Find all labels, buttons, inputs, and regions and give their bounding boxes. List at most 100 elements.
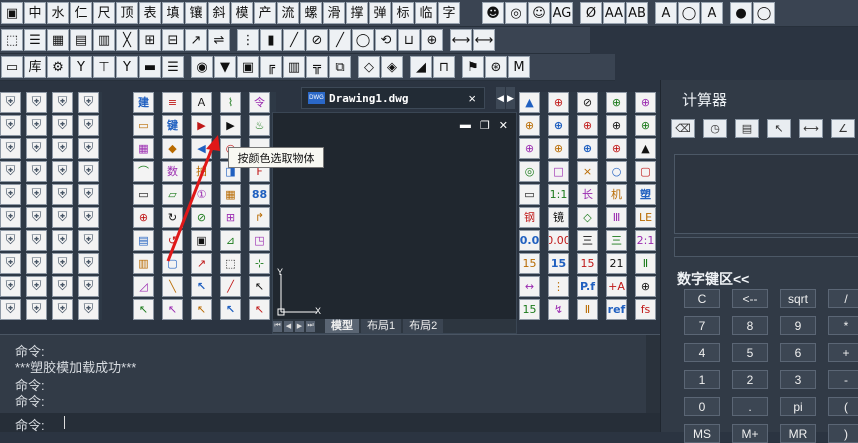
toolbar-button[interactable]: 水 xyxy=(47,2,69,24)
palette-tool-icon[interactable]: ↖ xyxy=(191,299,212,320)
shield-tool-icon[interactable]: ⛨ xyxy=(0,299,21,320)
toolbar-button[interactable]: 滑 xyxy=(323,2,345,24)
toolbar-button[interactable]: 流 xyxy=(277,2,299,24)
calc-key[interactable]: 9 xyxy=(780,316,816,335)
palette-tool-icon[interactable]: ◿ xyxy=(133,276,154,297)
shield-tool-icon[interactable]: ⛨ xyxy=(26,184,47,205)
shield-tool-icon[interactable]: ⛨ xyxy=(78,92,99,113)
shield-tool-icon[interactable]: ⛨ xyxy=(26,207,47,228)
palette-tool-icon[interactable]: 15 xyxy=(519,253,540,274)
palette-tool-icon[interactable]: ↖ xyxy=(220,299,241,320)
palette-tool-icon[interactable]: ▭ xyxy=(519,184,540,205)
toolbar-button[interactable]: ⟲ xyxy=(375,29,397,51)
palette-tool-icon[interactable]: Ⅱ xyxy=(635,253,656,274)
toolbar-button[interactable]: ◈ xyxy=(381,56,403,78)
palette-tool-icon[interactable]: ╱ xyxy=(220,276,241,297)
toolbar-button[interactable]: ⚑ xyxy=(462,56,484,78)
palette-tool-icon[interactable]: 0.00 xyxy=(548,230,569,251)
toolbar-button[interactable]: 表 xyxy=(139,2,161,24)
toolbar-button[interactable]: Ø xyxy=(580,2,602,24)
palette-tool-icon[interactable]: 令 xyxy=(249,92,270,113)
palette-tool-icon[interactable]: 建 xyxy=(133,92,154,113)
toolbar-button[interactable]: A xyxy=(701,2,723,24)
calc-key[interactable]: ) xyxy=(828,424,858,443)
palette-tool-icon[interactable]: ▢ xyxy=(635,161,656,182)
toolbar-button[interactable]: 仁 xyxy=(70,2,92,24)
shield-tool-icon[interactable]: ⛨ xyxy=(26,92,47,113)
tab-layout1[interactable]: 布局1 xyxy=(361,319,402,333)
shield-tool-icon[interactable]: ⛨ xyxy=(52,230,73,251)
calc-key[interactable]: sqrt xyxy=(780,289,816,308)
palette-tool-icon[interactable]: ⊘ xyxy=(577,92,598,113)
toolbar-button[interactable]: A xyxy=(655,2,677,24)
shield-tool-icon[interactable]: ⛨ xyxy=(78,184,99,205)
prev-tab-icon[interactable]: ◀ xyxy=(284,320,293,332)
shield-tool-icon[interactable]: ⛨ xyxy=(78,253,99,274)
toolbar-button[interactable]: ▣ xyxy=(1,2,23,24)
palette-tool-icon[interactable]: 88 xyxy=(249,184,270,205)
shield-tool-icon[interactable]: ⛨ xyxy=(78,138,99,159)
toolbar-button[interactable]: ⊓ xyxy=(433,56,455,78)
palette-tool-icon[interactable]: ⊕ xyxy=(606,115,627,136)
palette-tool-icon[interactable]: ⋮ xyxy=(548,276,569,297)
toolbar-button[interactable]: ╦ xyxy=(306,56,328,78)
palette-tool-icon[interactable]: ⊕ xyxy=(635,92,656,113)
toolbar-button[interactable]: ☰ xyxy=(24,29,46,51)
toolbar-button[interactable]: ◯ xyxy=(678,2,700,24)
palette-tool-icon[interactable]: 镜 xyxy=(548,207,569,228)
restore-icon[interactable]: ❐ xyxy=(480,119,490,132)
toolbar-button[interactable]: 撑 xyxy=(346,2,368,24)
toolbar-button[interactable]: ◢ xyxy=(410,56,432,78)
shield-tool-icon[interactable]: ⛨ xyxy=(78,276,99,297)
palette-tool-icon[interactable]: ⊕ xyxy=(548,92,569,113)
toolbar-button[interactable]: ● xyxy=(730,2,752,24)
shield-tool-icon[interactable]: ⛨ xyxy=(78,299,99,320)
shield-tool-icon[interactable]: ⛨ xyxy=(26,230,47,251)
toolbar-button[interactable]: M xyxy=(508,56,530,78)
calculator-input-field[interactable] xyxy=(674,237,858,257)
palette-tool-icon[interactable]: × xyxy=(577,161,598,182)
palette-tool-icon[interactable]: ◳ xyxy=(249,230,270,251)
shield-tool-icon[interactable]: ⛨ xyxy=(0,207,21,228)
toolbar-button[interactable]: ☰ xyxy=(162,56,184,78)
history-icon[interactable]: ◷ xyxy=(703,119,727,138)
toolbar-button[interactable]: ◯ xyxy=(753,2,775,24)
palette-tool-icon[interactable]: ▲ xyxy=(519,92,540,113)
angle-icon[interactable]: ∠ xyxy=(831,119,855,138)
palette-tool-icon[interactable]: ⊕ xyxy=(548,115,569,136)
palette-tool-icon[interactable]: 机 xyxy=(606,184,627,205)
palette-tool-icon[interactable]: ref xyxy=(606,299,627,320)
toolbar-button[interactable]: ⊟ xyxy=(162,29,184,51)
shield-tool-icon[interactable]: ⛨ xyxy=(0,138,21,159)
palette-tool-icon[interactable]: ⊕ xyxy=(606,138,627,159)
toolbar-button[interactable]: 临 xyxy=(415,2,437,24)
toolbar-button[interactable]: ⋮ xyxy=(237,29,259,51)
toolbar-button[interactable]: ╱ xyxy=(283,29,305,51)
palette-tool-icon[interactable]: ↱ xyxy=(249,207,270,228)
palette-tool-icon[interactable]: ⊕ xyxy=(577,138,598,159)
next-tab-icon[interactable]: ▶ xyxy=(295,320,304,332)
shield-tool-icon[interactable]: ⛨ xyxy=(52,92,73,113)
toolbar-button[interactable]: 镶 xyxy=(185,2,207,24)
toolbar-button[interactable]: ▥ xyxy=(283,56,305,78)
tab-scroll-left-icon[interactable]: ◀ xyxy=(496,87,505,109)
toolbar-button[interactable]: ⇌ xyxy=(208,29,230,51)
calc-key[interactable]: / xyxy=(828,289,858,308)
palette-tool-icon[interactable]: ╲ xyxy=(162,276,183,297)
drawing-tab[interactable]: DWG Drawing1.dwg × xyxy=(301,87,485,109)
palette-tool-icon[interactable]: ↖ xyxy=(162,299,183,320)
palette-tool-icon[interactable]: ▶ xyxy=(220,115,241,136)
shield-tool-icon[interactable]: ⛨ xyxy=(26,161,47,182)
palette-tool-icon[interactable]: ↔ xyxy=(519,276,540,297)
clipboard-icon[interactable]: ▤ xyxy=(735,119,759,138)
calc-key[interactable]: - xyxy=(828,370,858,389)
palette-tool-icon[interactable]: ▭ xyxy=(133,115,154,136)
palette-tool-icon[interactable]: P.f xyxy=(577,276,598,297)
toolbar-button[interactable]: ▮ xyxy=(260,29,282,51)
palette-tool-icon[interactable]: ◇ xyxy=(577,207,598,228)
command-scrollbar[interactable] xyxy=(646,335,660,415)
shield-tool-icon[interactable]: ⛨ xyxy=(78,207,99,228)
shield-tool-icon[interactable]: ⛨ xyxy=(52,138,73,159)
first-tab-icon[interactable]: ⏮ xyxy=(273,320,282,332)
keypad-section-label[interactable]: 数字键区<< xyxy=(677,269,749,289)
